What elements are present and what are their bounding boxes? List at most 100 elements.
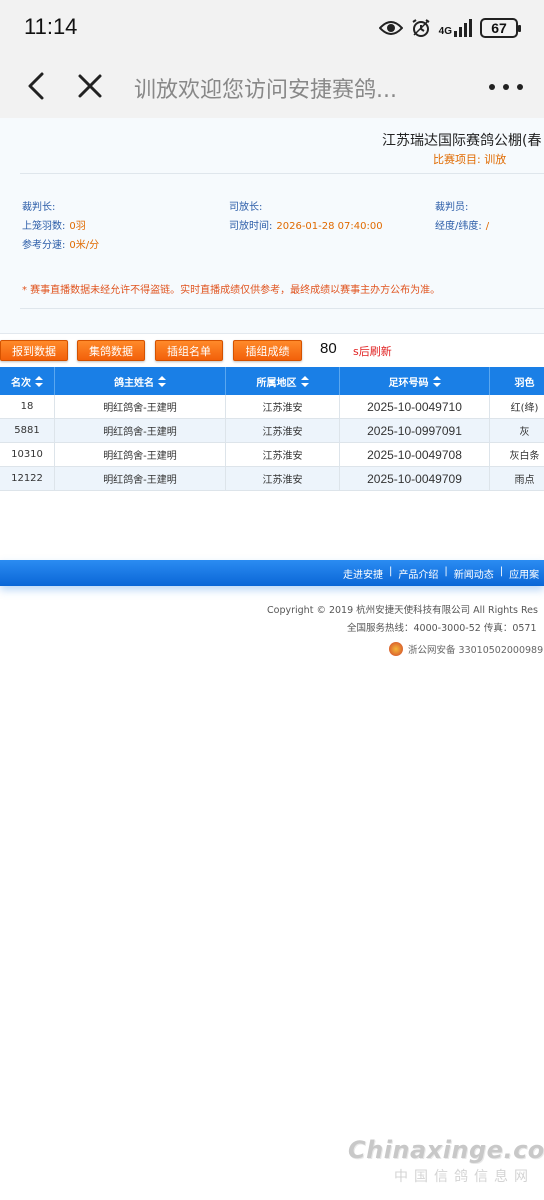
cell-rank: 18 <box>0 395 55 418</box>
release-time-value: 2026-01-28 07:40:00 <box>276 221 383 232</box>
release-time-label: 司放时间: <box>229 221 273 232</box>
divider <box>20 308 544 309</box>
race-item-label: 比赛项目: <box>433 153 481 166</box>
cell-owner: 明红鸽舍-王建明 <box>55 443 226 466</box>
table-row[interactable]: 5881 明红鸽舍-王建明 江苏淮安 2025-10-0997091 灰 <box>0 419 544 443</box>
battery-icon: 67 <box>480 18 521 38</box>
results-table: 名次 鸽主姓名 所属地区 足环号码 羽色 18 明红鸽舍-王建明 江苏淮安 20… <box>0 367 544 491</box>
cell-ring: 2025-10-0997091 <box>340 419 490 442</box>
header-region[interactable]: 所属地区 <box>226 367 340 395</box>
police-badge-icon <box>389 642 403 656</box>
header-color: 羽色 <box>490 367 544 395</box>
cell-owner: 明红鸽舍-王建明 <box>55 395 226 418</box>
cell-ring: 2025-10-0049710 <box>340 395 490 418</box>
cell-region: 江苏淮安 <box>226 467 340 490</box>
status-icons: 4G 67 <box>378 16 521 40</box>
beian-text: 浙公网安备 33010502000989 <box>408 645 544 656</box>
reference-speed: 参考分速: 0米/分 <box>22 236 99 251</box>
hotline-text: 全国服务热线：4000-3000-52 传真：0571 <box>347 623 537 634</box>
race-title: 江苏瑞达国际赛鸽公棚(春 <box>382 133 542 149</box>
back-icon[interactable] <box>22 70 54 102</box>
group-results-button[interactable]: 插组成绩 <box>233 340 302 361</box>
header-owner-label: 鸽主姓名 <box>114 377 154 389</box>
more-icon[interactable] <box>486 72 526 102</box>
header-owner[interactable]: 鸽主姓名 <box>55 367 226 395</box>
referee: 裁判员: <box>435 198 468 213</box>
refresh-label: s后刷新 <box>353 345 392 358</box>
birds-count: 上笼羽数: 0羽 <box>22 217 86 232</box>
chief-referee: 裁判长: <box>22 198 55 213</box>
header-ring[interactable]: 足环号码 <box>340 367 490 395</box>
footer-nav: 走进安捷 | 产品介绍 | 新闻动态 | 应用案 <box>0 560 544 586</box>
beian-record[interactable]: 浙公网安备 33010502000989 <box>389 642 543 656</box>
header-region-label: 所属地区 <box>256 377 297 389</box>
cell-color: 灰白条 <box>490 443 544 466</box>
cell-owner: 明红鸽舍-王建明 <box>55 419 226 442</box>
race-item-value: 训放 <box>484 153 507 166</box>
cell-rank: 5881 <box>0 419 55 442</box>
cell-region: 江苏淮安 <box>226 395 340 418</box>
coordinates-value: / <box>485 221 490 232</box>
coordinates: 经度/纬度: / <box>435 217 489 232</box>
refresh-countdown: 80 <box>320 340 337 357</box>
chief-releaser-label: 司放长: <box>229 202 263 213</box>
cell-color: 雨点 <box>490 467 544 490</box>
birds-count-value: 0羽 <box>69 221 86 232</box>
race-info-panel: 江苏瑞达国际赛鸽公棚(春 比赛项目: 训放 裁判长: 司放长: 裁判员: 上笼羽… <box>0 118 544 334</box>
chief-releaser: 司放长: <box>229 198 262 213</box>
action-bar: 报到数据 集鸽数据 插组名单 插组成绩 80 s后刷新 <box>0 340 544 362</box>
table-row[interactable]: 18 明红鸽舍-王建明 江苏淮安 2025-10-0049710 红(绛) <box>0 395 544 419</box>
alarm-icon <box>412 19 430 37</box>
cell-color: 红(绛) <box>490 395 544 418</box>
birds-count-label: 上笼羽数: <box>22 221 66 232</box>
cell-rank: 12122 <box>0 467 55 490</box>
footer-link-news[interactable]: 新闻动态 <box>454 566 494 581</box>
table-header: 名次 鸽主姓名 所属地区 足环号码 羽色 <box>0 367 544 395</box>
report-data-button[interactable]: 报到数据 <box>0 340 68 361</box>
table-row[interactable]: 10310 明红鸽舍-王建明 江苏淮安 2025-10-0049708 灰白条 <box>0 443 544 467</box>
chief-referee-label: 裁判长: <box>22 202 56 213</box>
cell-region: 江苏淮安 <box>226 443 340 466</box>
separator: | <box>499 566 504 577</box>
copyright-text: Copyright © 2019 杭州安捷天使科技有限公司 All Rights… <box>267 605 538 616</box>
signal-icon: 4G <box>439 19 472 37</box>
reference-speed-label: 参考分速: <box>22 240 66 251</box>
browser-toolbar: 训放欢迎您访问安捷赛鸽... <box>0 58 544 118</box>
cell-ring: 2025-10-0049708 <box>340 443 490 466</box>
cell-color: 灰 <box>490 419 544 442</box>
header-color-label: 羽色 <box>514 377 535 389</box>
network-type: 4G <box>438 26 452 37</box>
sort-icon[interactable] <box>300 375 309 387</box>
cell-rank: 10310 <box>0 443 55 466</box>
coordinates-label: 经度/纬度: <box>435 221 482 232</box>
eye-icon <box>378 21 403 35</box>
cell-region: 江苏淮安 <box>226 419 340 442</box>
race-item: 比赛项目: 训放 <box>433 151 506 167</box>
separator: | <box>444 566 448 577</box>
sort-icon[interactable] <box>432 375 441 387</box>
footer-link-about[interactable]: 走进安捷 <box>343 566 383 581</box>
cell-owner: 明红鸽舍-王建明 <box>55 467 226 490</box>
status-bar: 11:14 4G 67 <box>0 0 544 58</box>
sort-icon[interactable] <box>158 375 166 387</box>
collect-data-button[interactable]: 集鸽数据 <box>77 340 145 361</box>
referee-label: 裁判员: <box>435 202 469 213</box>
notice-text: * 赛事直播数据未经允许不得盗链。实时直播成绩仅供参考，最终成绩以赛事主办方公布… <box>22 285 441 296</box>
table-row[interactable]: 12122 明红鸽舍-王建明 江苏淮安 2025-10-0049709 雨点 <box>0 467 544 491</box>
footer-links: 走进安捷 | 产品介绍 | 新闻动态 | 应用案 <box>343 566 539 581</box>
divider <box>20 173 544 174</box>
group-list-button[interactable]: 插组名单 <box>155 340 223 361</box>
release-time: 司放时间: 2026-01-28 07:40:00 <box>229 217 383 232</box>
header-rank-label: 名次 <box>11 377 31 389</box>
close-icon[interactable] <box>74 70 106 102</box>
separator: | <box>389 566 393 577</box>
cell-ring: 2025-10-0049709 <box>340 467 490 490</box>
header-rank[interactable]: 名次 <box>0 367 55 395</box>
footer-link-products[interactable]: 产品介绍 <box>398 566 438 581</box>
page-title: 训放欢迎您访问安捷赛鸽... <box>134 78 397 103</box>
watermark-logo: Chinaxinge.com <box>348 1136 544 1164</box>
watermark-subtitle: 中国信鸽信息网 <box>394 1169 534 1185</box>
header-ring-label: 足环号码 <box>388 377 429 389</box>
footer-link-cases[interactable]: 应用案 <box>509 566 539 581</box>
sort-icon[interactable] <box>35 375 43 387</box>
